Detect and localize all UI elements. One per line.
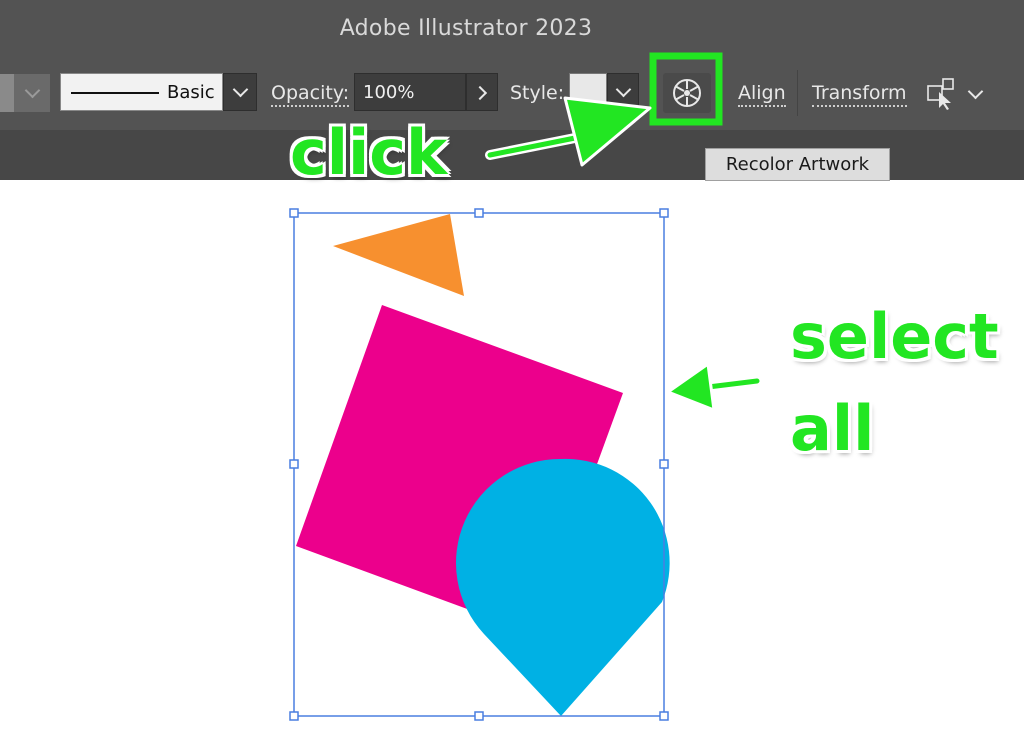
selection-handle[interactable]: [659, 208, 669, 218]
click-arrow: [485, 96, 652, 167]
orange-triangle[interactable]: [333, 214, 464, 296]
selection-handle[interactable]: [659, 711, 669, 721]
selection-handle[interactable]: [289, 208, 299, 218]
blue-teardrop[interactable]: [455, 458, 670, 716]
selection-handle[interactable]: [659, 459, 669, 469]
all-annotation: all: [790, 392, 875, 465]
selection-handle[interactable]: [289, 711, 299, 721]
recolor-highlight-box: [649, 52, 723, 126]
select-arrow: [666, 362, 762, 412]
selection-handle[interactable]: [474, 208, 484, 218]
select-annotation: select: [790, 300, 999, 373]
click-annotation: click: [290, 116, 448, 189]
selection-handle[interactable]: [289, 459, 299, 469]
selection-handle[interactable]: [474, 711, 484, 721]
